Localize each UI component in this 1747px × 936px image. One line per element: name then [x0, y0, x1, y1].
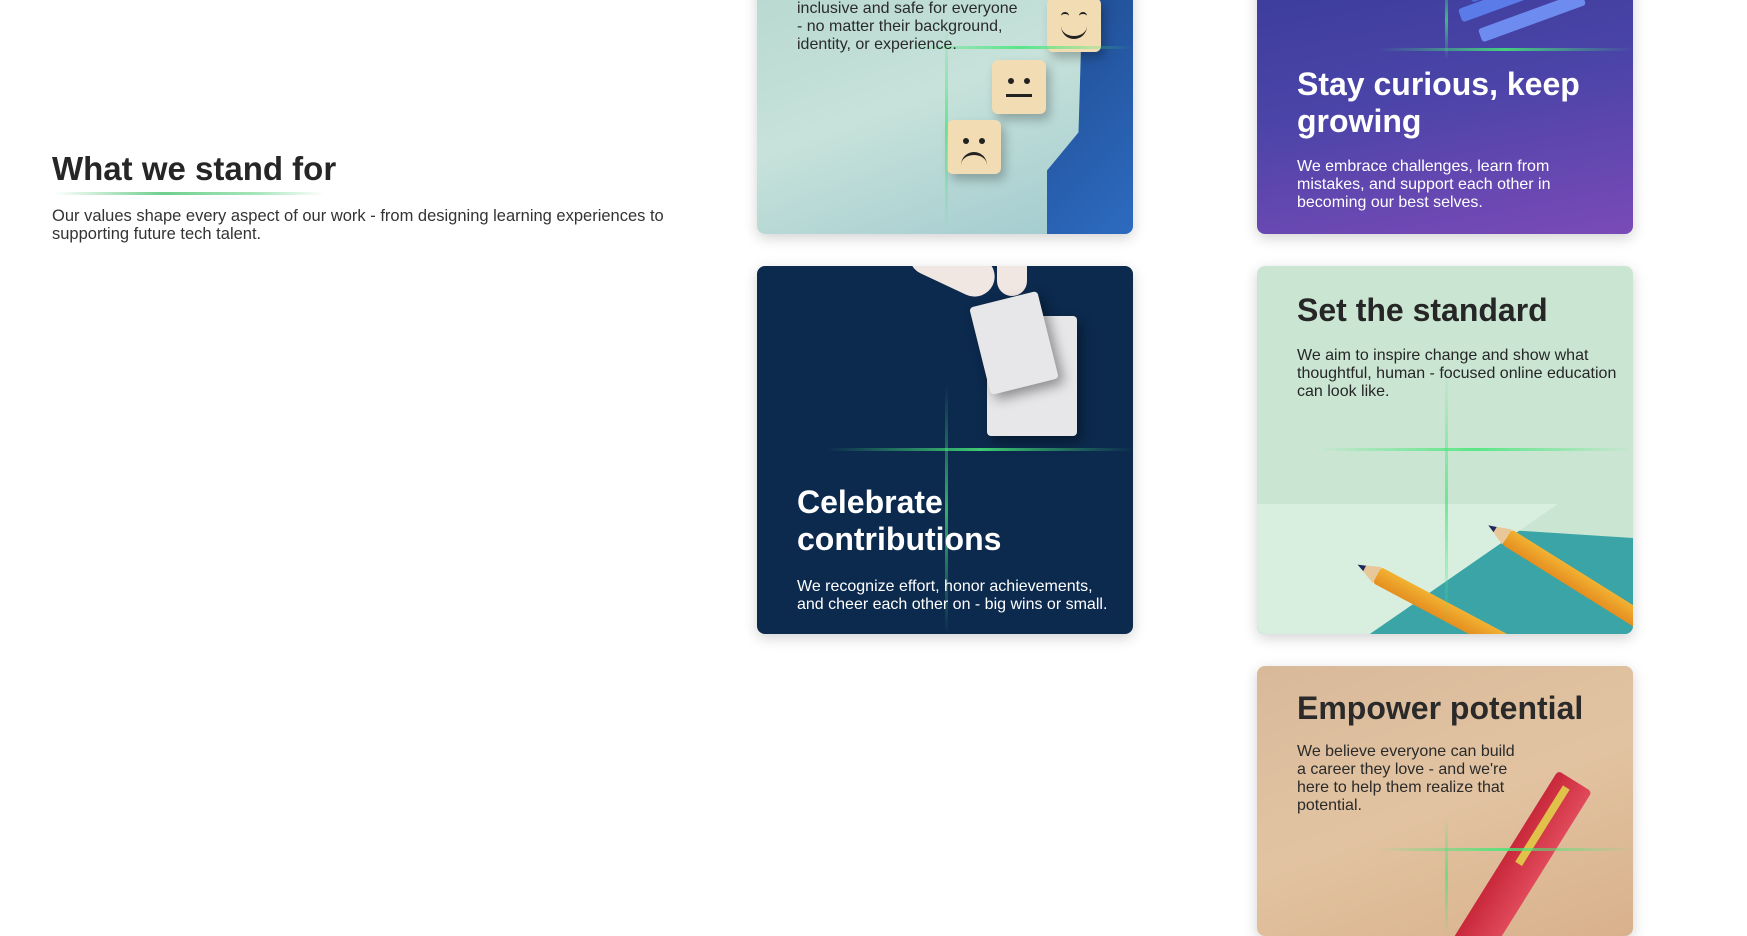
- card-description: We believe everyone can build a career t…: [1297, 743, 1515, 814]
- value-card-empower[interactable]: Empower potential We believe everyone ca…: [1257, 666, 1633, 936]
- value-card-curious[interactable]: Stay curious, keep growing We embrace ch…: [1257, 0, 1633, 234]
- section-description: Our values shape every aspect of our wor…: [52, 207, 664, 243]
- value-card-standard[interactable]: Set the standard We aim to inspire chang…: [1257, 266, 1633, 634]
- card-content: Empower potential We believe everyone ca…: [1297, 690, 1619, 815]
- card-content: Stay curious, keep growing We embrace ch…: [1297, 66, 1619, 212]
- values-intro: What we stand for Our values shape every…: [52, 150, 672, 243]
- value-card-inclusive[interactable]: inclusive and safe for everyone - no mat…: [757, 0, 1133, 234]
- card-description: We aim to inspire change and show what t…: [1297, 347, 1617, 400]
- hand-illustration: [902, 266, 1002, 304]
- card-title: Empower potential: [1297, 690, 1584, 726]
- value-card-celebrate[interactable]: Celebrate contributions We recognize eff…: [757, 266, 1133, 634]
- neutral-block-icon: [992, 60, 1046, 114]
- card-description: We embrace challenges, learn from mistak…: [1297, 158, 1551, 211]
- card-title: Set the standard: [1297, 292, 1548, 328]
- card-description: We recognize effort, honor achievements,…: [797, 578, 1108, 613]
- card-title: Celebrate contributions: [797, 484, 1002, 557]
- sad-block-icon: [947, 120, 1001, 174]
- title-underline: [54, 192, 324, 195]
- card-content: inclusive and safe for everyone - no mat…: [797, 0, 1022, 54]
- card-description: inclusive and safe for everyone - no mat…: [797, 0, 1018, 53]
- section-title: What we stand for: [52, 150, 337, 187]
- card-content: Celebrate contributions We recognize eff…: [797, 484, 1119, 614]
- smiley-block-icon: [1047, 0, 1101, 52]
- card-content: Set the standard We aim to inspire chang…: [1297, 292, 1619, 401]
- card-title: Stay curious, keep growing: [1297, 66, 1580, 139]
